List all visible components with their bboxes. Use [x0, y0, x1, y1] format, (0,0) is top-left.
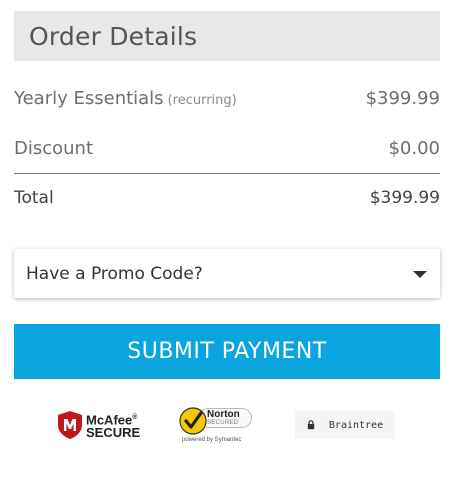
- page-title: Order Details: [29, 21, 198, 51]
- line-item-yearly-essentials: Yearly Essentials (recurring) $399.99: [14, 88, 440, 109]
- line-item-discount: Discount $0.00: [14, 138, 440, 159]
- total-label: Total: [14, 188, 54, 208]
- total-amount: $399.99: [369, 188, 440, 208]
- discount-amount: $0.00: [388, 138, 440, 159]
- order-details-header: Order Details: [14, 11, 440, 61]
- chevron-down-icon: [413, 271, 427, 278]
- total-row: Total $399.99: [14, 188, 440, 208]
- braintree-badge: Braintree: [295, 411, 395, 439]
- norton-secured-badge: Norton SECURED powered by Symantec: [178, 404, 258, 448]
- norton-secured-text: SECURED: [207, 419, 239, 426]
- security-badges: McAfee® SECURE Norton SECURED powered by…: [0, 402, 470, 452]
- lock-icon-svg: [307, 420, 315, 430]
- braintree-label: Braintree: [328, 419, 384, 431]
- lock-icon: [307, 420, 315, 430]
- total-divider: [14, 173, 440, 174]
- recurring-note: (recurring): [167, 93, 237, 108]
- promo-code-label: Have a Promo Code?: [26, 263, 203, 284]
- mcafee-secure-badge: McAfee® SECURE: [57, 410, 140, 440]
- norton-powered-by: powered by Symantec: [182, 437, 242, 443]
- mcafee-text: McAfee® SECURE: [86, 411, 140, 439]
- line-item-amount: $399.99: [365, 88, 440, 109]
- discount-label: Discount: [14, 138, 94, 159]
- mcafee-shield-icon: [58, 411, 82, 439]
- mcafee-line2: SECURE: [86, 425, 141, 441]
- submit-payment-button[interactable]: SUBMIT PAYMENT: [14, 324, 440, 379]
- norton-check-icon: [179, 407, 207, 435]
- norton-name: Norton: [207, 408, 240, 420]
- promo-code-dropdown[interactable]: Have a Promo Code?: [14, 249, 440, 298]
- line-item-name: Yearly Essentials: [14, 88, 164, 109]
- mcafee-line1: McAfee®: [86, 411, 140, 426]
- mcafee-registered: ®: [132, 413, 138, 421]
- line-item-label: Yearly Essentials (recurring): [14, 88, 237, 109]
